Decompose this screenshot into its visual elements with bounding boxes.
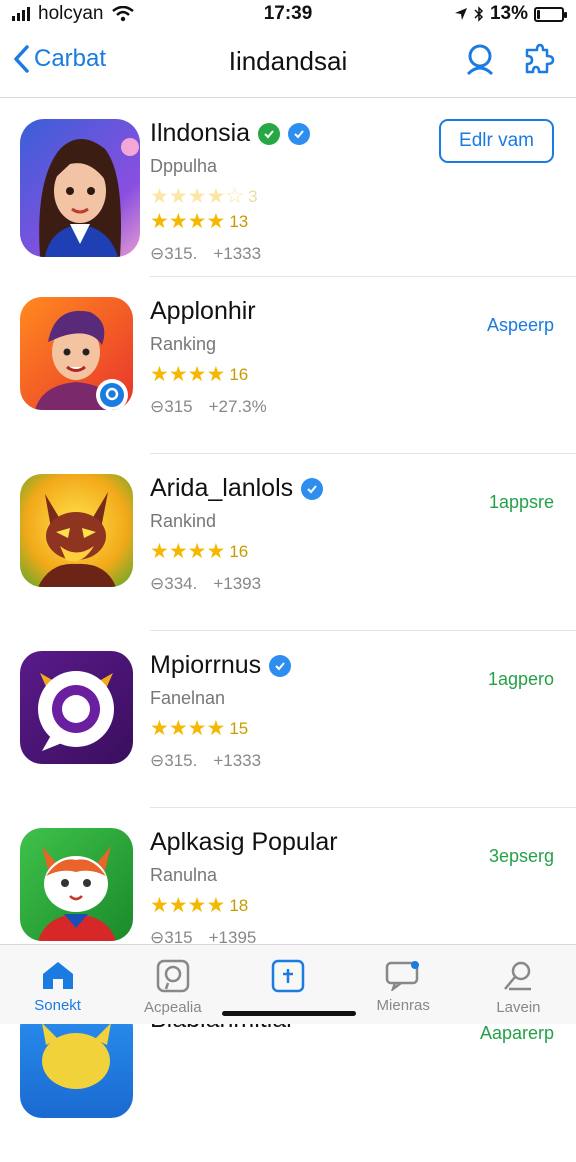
meta-count: +27.3% bbox=[208, 397, 267, 416]
app-name: Arida_lanlols bbox=[150, 474, 294, 502]
messages-icon bbox=[385, 961, 420, 991]
get-button[interactable]: 1appsre bbox=[489, 492, 554, 513]
rating-value: 3 bbox=[248, 186, 258, 206]
meta-count: +1333 bbox=[213, 751, 262, 770]
star-rating: ★★★★ 18 bbox=[150, 894, 249, 917]
app-meta: ⊖315. +1333 bbox=[150, 244, 310, 264]
list-item[interactable]: Ilndonsia Dppulha ★★★★☆ 3 ★★★★ 13 ⊖315. +1… bbox=[0, 99, 576, 277]
app-subtitle: Ranulna bbox=[150, 865, 218, 885]
tab-label: Sonekt bbox=[34, 997, 81, 1014]
search-button[interactable] bbox=[462, 42, 498, 83]
tab-label: Mienras bbox=[376, 997, 430, 1014]
meta-size: ⊖315. bbox=[150, 244, 198, 263]
list-item[interactable]: Applonhir Ranking ★★★★ 16 ⊖315 +27.3% Asp… bbox=[0, 277, 576, 454]
meta-count: +1333 bbox=[213, 244, 262, 263]
location-icon bbox=[454, 8, 467, 20]
meta-size: ⊖315. bbox=[150, 751, 198, 770]
app-info: Aplkasig Popular Ranulna ★★★★ 18 ⊖315 +13… bbox=[150, 828, 338, 948]
meta-size: ⊖334. bbox=[150, 574, 198, 593]
rating-value: 16 bbox=[229, 541, 249, 561]
verified-badge-icon bbox=[269, 654, 292, 677]
star-rating-secondary: ★★★★☆ 3 bbox=[150, 185, 258, 208]
tab-search[interactable]: Acpealia bbox=[115, 945, 230, 1024]
get-button[interactable]: Aspeerp bbox=[487, 315, 554, 336]
star-rating: ★★★★ 15 bbox=[150, 717, 249, 740]
list-item[interactable]: Mpiorrnus Fanelnan ★★★★ 15 ⊖315. +1333 1a… bbox=[0, 631, 576, 808]
home-icon bbox=[42, 962, 73, 989]
app-name: Mpiorrnus bbox=[150, 651, 262, 679]
back-label: Carbat bbox=[34, 45, 107, 72]
app-name: Ilndonsia bbox=[150, 119, 251, 147]
profile-icon bbox=[504, 961, 532, 991]
tab-bar: Sonekt Acpealia Mienras Lavein bbox=[0, 944, 576, 1024]
app-subtitle: Rankind bbox=[150, 511, 217, 531]
battery-percent: 13% bbox=[489, 3, 528, 24]
app-name: Applonhir bbox=[150, 297, 256, 325]
app-icon-fox-mascot bbox=[20, 474, 133, 587]
app-meta: ⊖315. +1333 bbox=[150, 751, 291, 771]
wifi-icon bbox=[111, 6, 134, 22]
carrier-name: holcyan bbox=[38, 3, 104, 24]
edit-button[interactable]: Edlr vam bbox=[439, 119, 554, 163]
status-bar: holcyan 17:39 13% bbox=[0, 0, 576, 28]
signal-icon bbox=[12, 7, 30, 21]
back-button[interactable]: Carbat bbox=[12, 44, 106, 74]
rating-value: 16 bbox=[229, 364, 249, 384]
app-icon-woman-avatar bbox=[20, 119, 140, 257]
get-button[interactable]: Aaparerp bbox=[480, 1023, 554, 1044]
battery-icon bbox=[534, 6, 567, 22]
app-name-row: Aplkasig Popular bbox=[150, 828, 338, 857]
app-meta: ⊖334. +1393 bbox=[150, 574, 323, 594]
bluetooth-icon bbox=[474, 6, 484, 22]
app-info: Ilndonsia Dppulha ★★★★☆ 3 ★★★★ 13 ⊖315. +1… bbox=[150, 119, 311, 264]
list-item[interactable]: Arida_lanlols Rankind ★★★★ 16 ⊖334. +1393… bbox=[0, 454, 576, 631]
app-subtitle: Dppulha bbox=[150, 156, 218, 176]
rating-value: 18 bbox=[229, 895, 249, 915]
rating-value: 13 bbox=[229, 211, 249, 231]
app-meta: ⊖315 +27.3% bbox=[150, 397, 267, 417]
star-rating: ★★★★ 16 bbox=[150, 540, 249, 563]
rating-value: 15 bbox=[229, 718, 249, 738]
app-subtitle: Ranking bbox=[150, 334, 217, 354]
add-icon bbox=[271, 959, 305, 993]
app-icon-cat-mascot bbox=[20, 828, 133, 941]
chevron-left-icon bbox=[14, 45, 29, 73]
app-name-row: Applonhir bbox=[150, 297, 267, 326]
app-name-row: Arida_lanlols bbox=[150, 474, 324, 503]
tab-label: Acpealia bbox=[144, 999, 202, 1016]
app-name-row: Ilndonsia bbox=[150, 119, 311, 148]
tab-label: Lavein bbox=[496, 999, 541, 1016]
tab-messages[interactable]: Mienras bbox=[346, 945, 461, 1024]
app-info: Mpiorrnus Fanelnan ★★★★ 15 ⊖315. +1333 bbox=[150, 651, 292, 771]
meta-count: +1393 bbox=[213, 574, 262, 593]
get-button[interactable]: 1agpero bbox=[488, 669, 554, 690]
search-icon bbox=[466, 44, 494, 76]
app-name-row: Mpiorrnus bbox=[150, 651, 292, 680]
app-info: Arida_lanlols Rankind ★★★★ 16 ⊖334. +1393 bbox=[150, 474, 324, 594]
verified-badge-icon bbox=[301, 477, 324, 500]
tab-profile[interactable]: Lavein bbox=[461, 945, 576, 1024]
app-name: Aplkasig Popular bbox=[150, 828, 338, 856]
nav-actions bbox=[462, 42, 556, 83]
star-rating: ★★★★ 13 bbox=[150, 210, 249, 233]
status-right: 13% bbox=[454, 3, 567, 25]
share-button[interactable] bbox=[524, 42, 556, 83]
search-icon bbox=[156, 959, 190, 993]
status-left: holcyan bbox=[12, 3, 134, 25]
app-subtitle: Fanelnan bbox=[150, 688, 226, 708]
navigation-bar: Carbat Iindandsai bbox=[0, 28, 576, 98]
verified-badge-icon bbox=[288, 122, 311, 145]
home-indicator bbox=[222, 1011, 356, 1016]
tab-home[interactable]: Sonekt bbox=[0, 945, 115, 1024]
app-icon-man-avatar bbox=[20, 297, 133, 410]
app-icon-chat-bubble bbox=[20, 651, 133, 764]
app-info: Applonhir Ranking ★★★★ 16 ⊖315 +27.3% bbox=[150, 297, 267, 417]
get-button[interactable]: 3epserg bbox=[489, 846, 554, 867]
puzzle-icon bbox=[525, 43, 555, 74]
meta-size: ⊖315 bbox=[150, 397, 193, 416]
star-rating: ★★★★ 16 bbox=[150, 363, 249, 386]
check-badge-icon bbox=[258, 122, 281, 145]
